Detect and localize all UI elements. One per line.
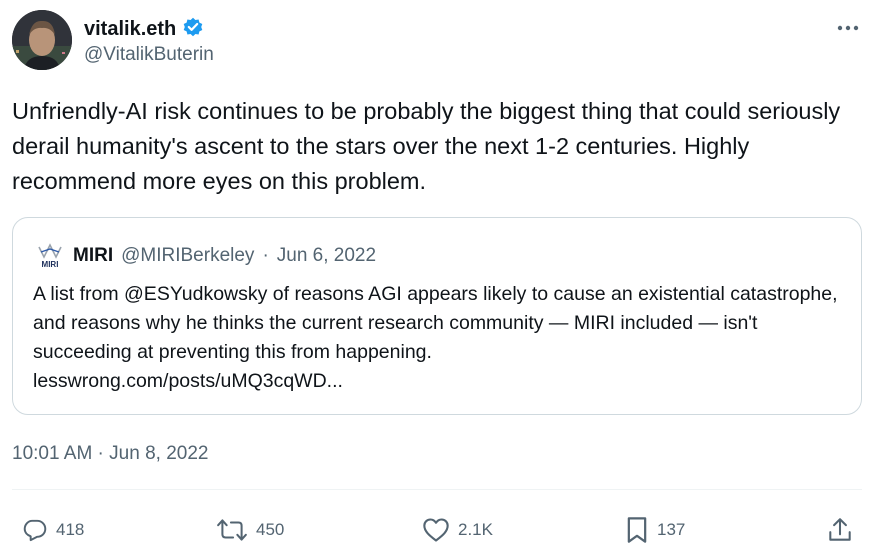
bookmark-button[interactable]: 137 [625,512,685,548]
like-icon [422,517,450,543]
quoted-tweet-header: MIRI MIRI @MIRIBerkeley · Jun 6, 2022 [35,243,376,269]
reply-count: 418 [56,520,85,539]
bookmark-count: 137 [657,520,686,539]
like-button[interactable]: 2.1K [422,512,493,548]
quoted-tweet-body: A list from @ESYudkowsky of reasons AGI … [33,280,853,396]
svg-text:MIRI: MIRI [42,260,59,269]
avatar[interactable] [12,10,72,70]
divider [12,489,862,490]
reply-icon [22,517,48,543]
retweet-icon [216,517,248,543]
bookmark-icon [625,516,649,544]
share-button[interactable] [827,512,853,548]
reply-button[interactable]: 418 [22,512,84,548]
quoted-display-name[interactable]: MIRI [73,245,113,267]
timestamp[interactable]: 10:01 AM · Jun 8, 2022 [12,443,208,465]
miri-logo-icon[interactable]: MIRI [35,243,65,269]
like-count: 2.1K [458,520,493,539]
action-bar: 418 450 2.1K 137 [12,512,862,548]
quoted-date[interactable]: Jun 6, 2022 [277,245,376,267]
display-name[interactable]: vitalik.eth [84,18,176,41]
quoted-tweet-text: A list from @ESYudkowsky of reasons AGI … [33,283,838,363]
more-icon[interactable] [834,14,862,42]
handle[interactable]: @VitalikButerin [84,44,214,66]
retweet-button[interactable]: 450 [216,512,284,548]
share-icon [827,516,853,544]
retweet-count: 450 [256,520,285,539]
verified-badge-icon [182,16,204,43]
quoted-tweet[interactable]: MIRI MIRI @MIRIBerkeley · Jun 6, 2022 A … [12,217,862,415]
quoted-tweet-link[interactable]: lesswrong.com/posts/uMQ3cqWD... [33,367,853,396]
tweet-text: Unfriendly-AI risk continues to be proba… [12,98,841,194]
quoted-handle[interactable]: @MIRIBerkeley [121,245,254,267]
tweet-header: vitalik.eth @VitalikButerin [12,10,862,70]
meta-separator: · [262,245,269,266]
